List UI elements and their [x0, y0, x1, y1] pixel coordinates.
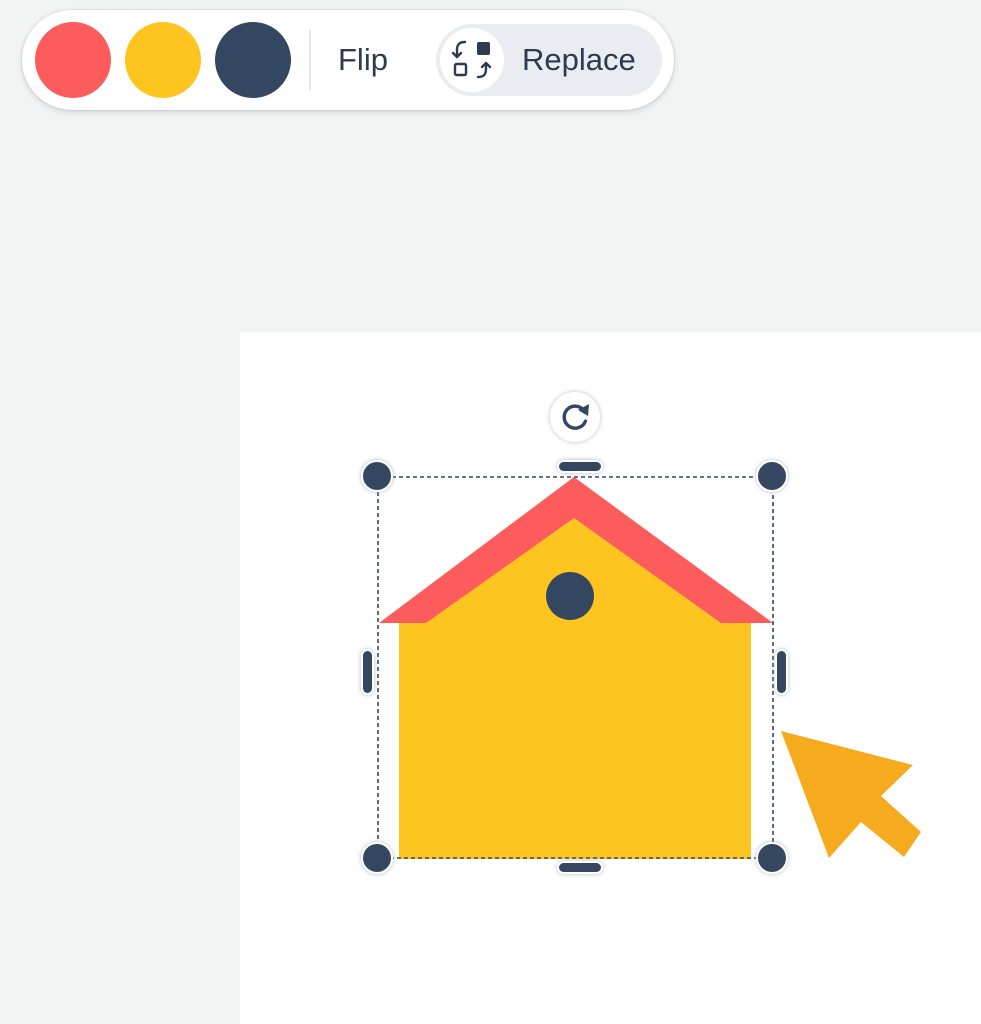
resize-handle-bottom-left[interactable]	[361, 842, 393, 874]
house-window	[546, 572, 594, 620]
house-shape[interactable]	[379, 477, 773, 859]
rotate-icon[interactable]	[550, 392, 600, 442]
resize-handle-left[interactable]	[361, 649, 374, 695]
selected-shape-layer	[361, 392, 921, 874]
resize-handle-top[interactable]	[557, 460, 603, 473]
resize-handle-bottom-right[interactable]	[756, 842, 788, 874]
resize-handle-top-right[interactable]	[756, 460, 788, 492]
house-body	[399, 620, 751, 859]
resize-handle-right[interactable]	[775, 649, 788, 695]
resize-handle-bottom[interactable]	[557, 861, 603, 874]
resize-handle-top-left[interactable]	[361, 460, 393, 492]
arrow-cursor-icon	[781, 731, 921, 858]
